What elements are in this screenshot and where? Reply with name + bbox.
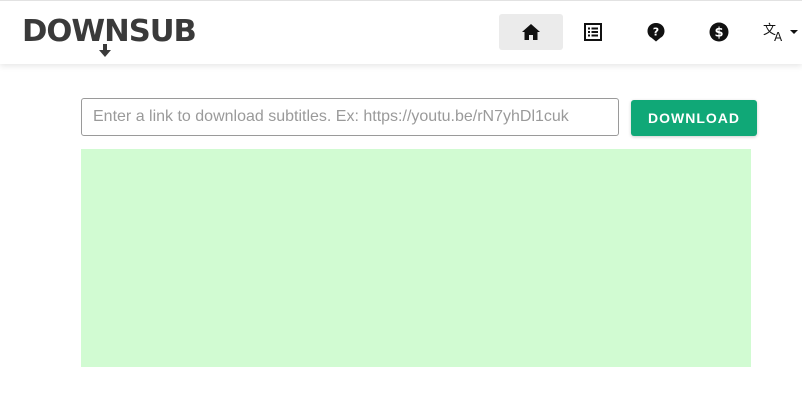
logo-arrow-icon <box>99 44 111 57</box>
translate-icon: 文 A <box>763 23 783 42</box>
svg-text:A: A <box>774 30 783 42</box>
header: DOWNSUB ? $ 文 A <box>0 0 802 64</box>
logo[interactable]: DOWNSUB <box>22 14 197 58</box>
list-icon <box>584 23 602 41</box>
ad-banner <box>81 149 751 367</box>
nav-language-button[interactable]: 文 A <box>749 14 802 50</box>
header-top-border <box>0 0 802 1</box>
nav-help-button[interactable]: ? <box>624 14 688 50</box>
download-button[interactable]: DOWNLOAD <box>631 100 757 136</box>
dollar-icon: $ <box>709 22 729 42</box>
svg-text:?: ? <box>653 26 659 39</box>
nav-pricing-button[interactable]: $ <box>687 14 751 50</box>
nav-list-button[interactable] <box>561 14 625 50</box>
home-icon <box>522 24 540 40</box>
url-input[interactable] <box>81 98 619 136</box>
chevron-down-icon <box>790 30 798 34</box>
svg-text:$: $ <box>714 26 723 41</box>
help-icon: ? <box>647 23 665 42</box>
nav-home-button[interactable] <box>499 14 563 50</box>
page: DOWNSUB ? $ 文 A Enter a link to download… <box>0 0 802 410</box>
